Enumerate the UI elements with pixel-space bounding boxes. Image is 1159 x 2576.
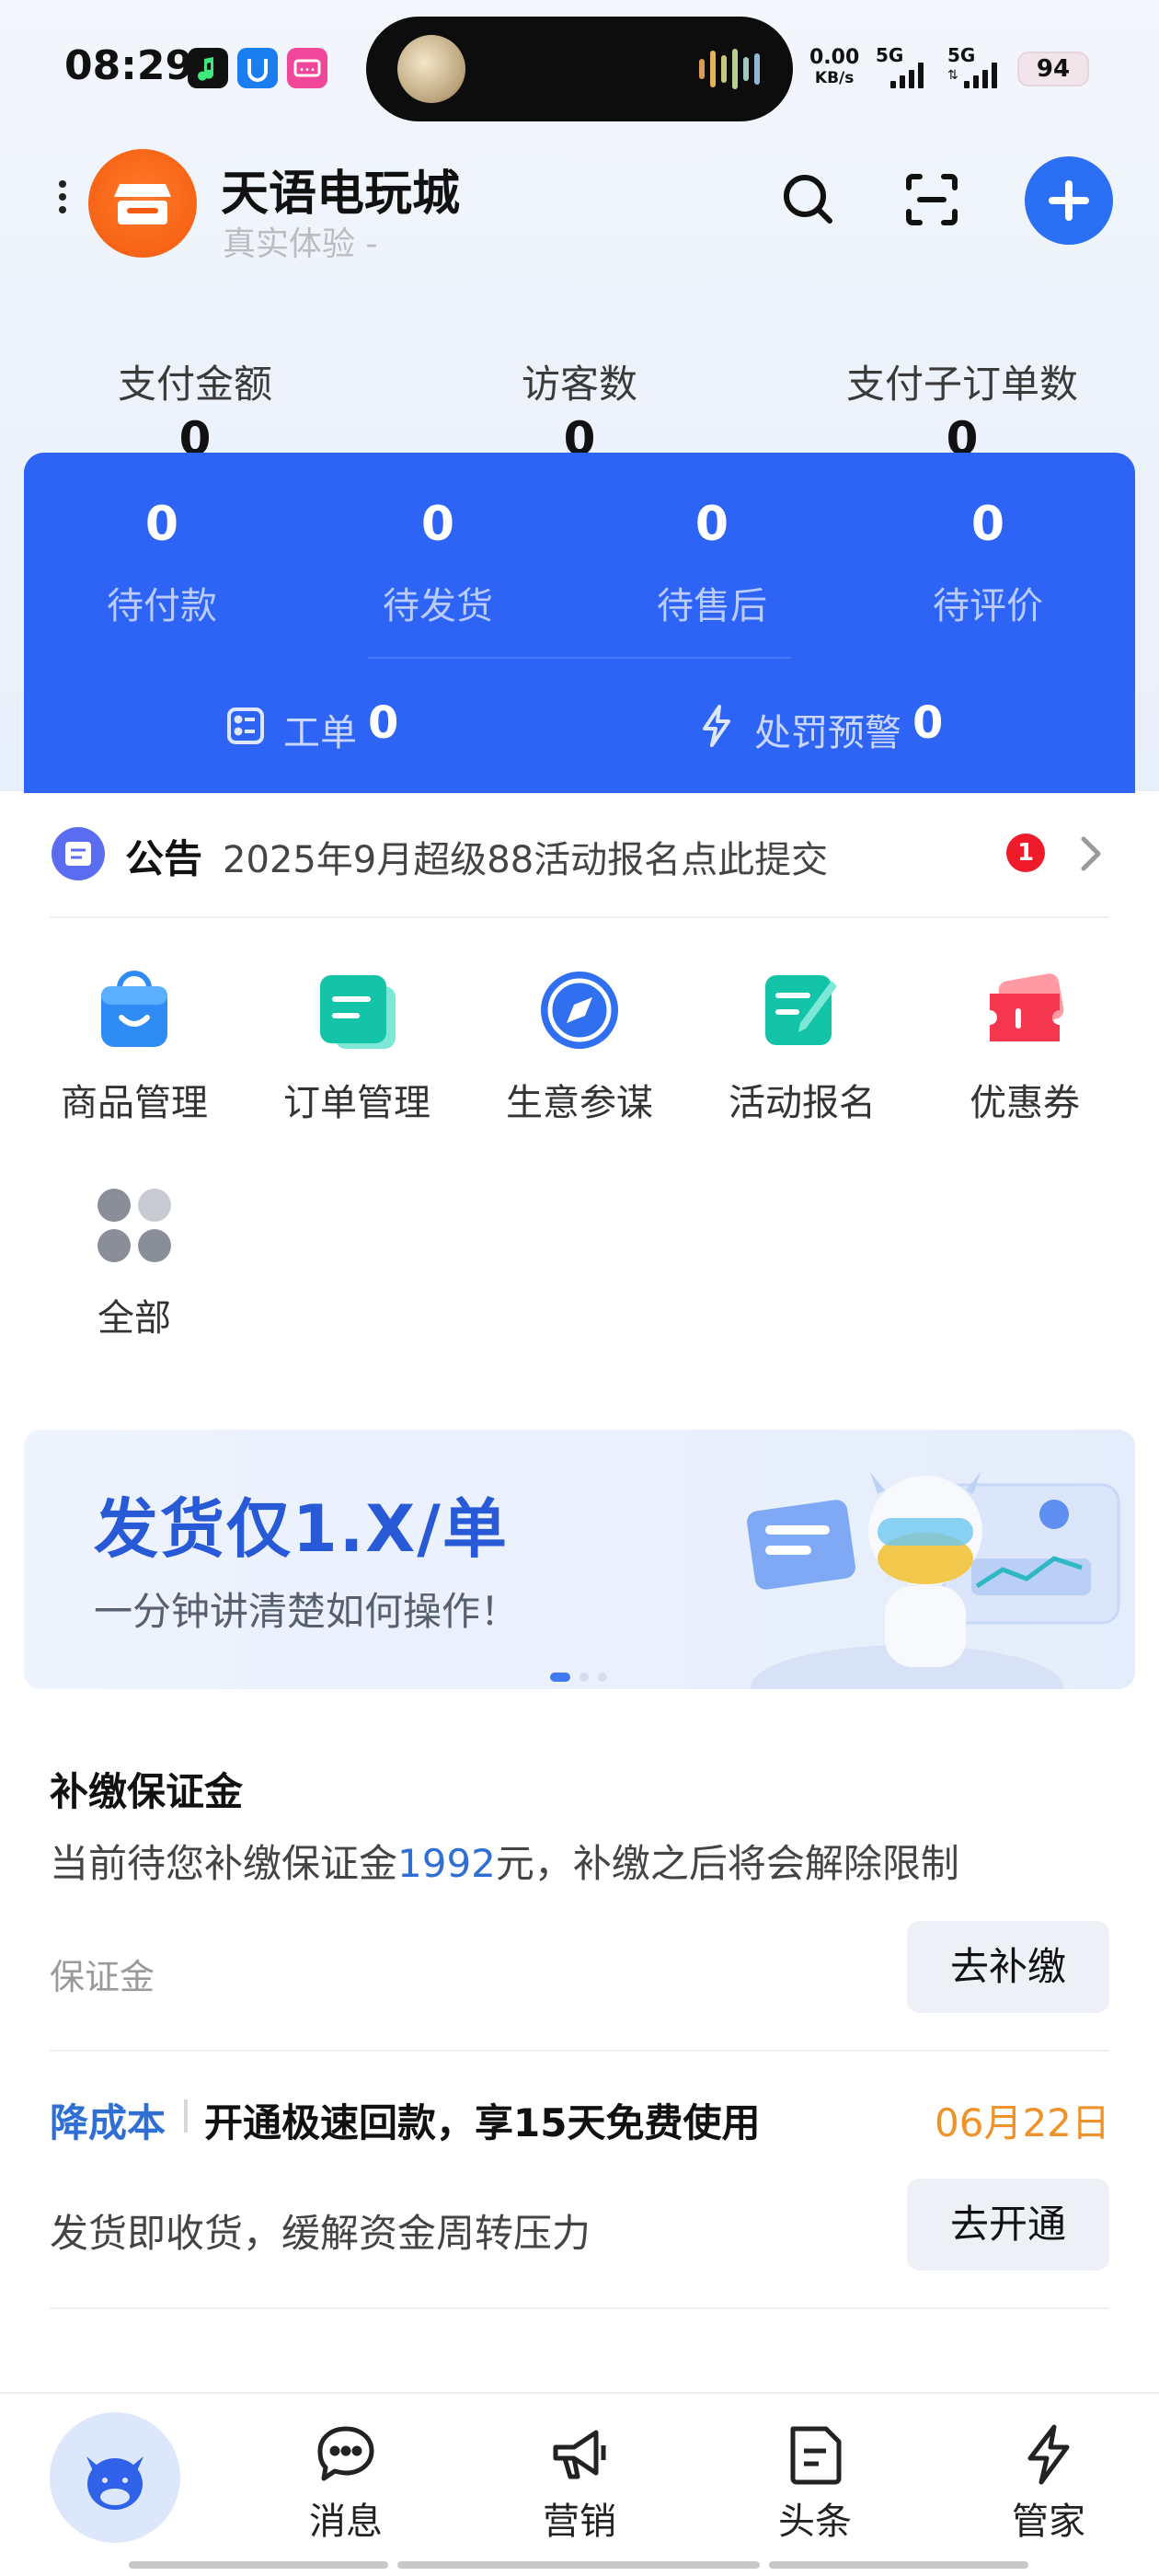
enable-fast-payback-button[interactable]: 去开通	[907, 2179, 1109, 2271]
stat-visitors-label: 访客数	[521, 362, 637, 407]
promo-tag: 降成本	[50, 2100, 166, 2145]
dynamic-island[interactable]	[366, 17, 793, 121]
announcement-icon	[52, 827, 105, 880]
nav-marketing[interactable]: 营销	[497, 2421, 662, 2545]
announcement-badge: 1	[1006, 834, 1045, 872]
message-icon	[313, 2421, 379, 2488]
battery-indicator: 94	[1017, 52, 1089, 86]
nav-assistant[interactable]: 管家	[966, 2421, 1131, 2545]
signal-5g-1: 5G	[876, 44, 931, 90]
deposit-title: 补缴保证金	[50, 1769, 244, 1814]
news-icon	[782, 2421, 848, 2488]
deposit-amount: 1992	[397, 1841, 496, 1886]
nav-home-button[interactable]	[50, 2412, 180, 2543]
work-order-count[interactable]: 0	[368, 697, 398, 749]
pending-aftersale-count[interactable]: 0	[602, 497, 822, 552]
promo-title: 开通极速回款，享15天免费使用	[204, 2100, 761, 2145]
tool-product-management[interactable]: 商品管理	[33, 968, 235, 1126]
scan-icon[interactable]	[901, 169, 962, 230]
signal-5g-2: 5G ⇅	[946, 44, 1004, 90]
work-order-icon	[224, 705, 267, 747]
carousel-dot-active[interactable]	[550, 1673, 570, 1682]
tool-order-management[interactable]: 订单管理	[256, 968, 458, 1126]
pay-deposit-button[interactable]: 去补缴	[907, 1921, 1109, 2013]
svg-text:•••: •••	[299, 65, 316, 75]
nav-messages[interactable]: 消息	[263, 2421, 429, 2545]
penalty-warning-count[interactable]: 0	[912, 697, 943, 749]
pending-shipment-label[interactable]: 待发货	[327, 576, 548, 629]
audio-wave-icon	[699, 59, 705, 79]
announcement-title: 公告	[125, 836, 203, 881]
gesture-bar[interactable]	[769, 2561, 1028, 2569]
shop-subtitle: 真实体验 -	[223, 225, 378, 263]
divider	[50, 2307, 1109, 2309]
shop-name: 天语电玩城	[221, 167, 461, 222]
status-time: 08:29	[64, 42, 194, 89]
signup-icon	[760, 968, 844, 1052]
add-button[interactable]	[1025, 156, 1113, 245]
banner-subtitle: 一分钟讲清楚如何操作！	[94, 1589, 520, 1634]
pending-payment-count[interactable]: 0	[52, 497, 272, 552]
nav-headlines[interactable]: 头条	[732, 2421, 898, 2545]
tool-business-advisor[interactable]: 生意参谋	[478, 968, 681, 1126]
pending-payment-label[interactable]: 待付款	[52, 576, 272, 629]
deposit-description: 当前待您补缴保证金1992元，补缴之后将会解除限制	[50, 1841, 959, 1886]
pending-shipment-count[interactable]: 0	[327, 497, 548, 552]
gesture-bar[interactable]	[397, 2561, 760, 2569]
order-icon	[315, 968, 399, 1052]
divider	[50, 2050, 1109, 2052]
carousel-dot[interactable]	[598, 1673, 607, 1682]
announcement-text[interactable]: 2025年9月超级88活动报名点此提交	[223, 830, 828, 883]
video-app-icon: •••	[287, 48, 327, 88]
carousel-dot[interactable]	[580, 1673, 589, 1682]
promo-separator	[184, 2099, 188, 2133]
lightning-icon	[1016, 2421, 1082, 2488]
shop-logo[interactable]	[88, 149, 197, 258]
stat-sub-orders-label: 支付子订单数	[845, 362, 1078, 407]
pending-review-label[interactable]: 待评价	[878, 576, 1098, 629]
penalty-warning-label[interactable]: 处罚预警	[754, 703, 901, 756]
search-icon[interactable]	[778, 169, 839, 230]
card-divider	[368, 657, 791, 659]
shopping-bag-icon	[92, 968, 177, 1052]
stat-pay-amount-label: 支付金额	[117, 362, 272, 407]
music-app-icon	[188, 48, 228, 88]
divider	[50, 916, 1109, 918]
media-thumbnail	[397, 35, 465, 103]
lightning-icon	[697, 703, 736, 749]
tool-coupons[interactable]: 优惠券	[924, 968, 1126, 1126]
chevron-right-icon[interactable]	[1073, 832, 1109, 876]
network-speed: 0.00 KB/s	[809, 46, 860, 88]
work-order-label[interactable]: 工单	[283, 703, 357, 756]
tool-all[interactable]: 全部	[33, 1183, 235, 1341]
pending-aftersale-label[interactable]: 待售后	[602, 576, 822, 629]
coupon-icon	[982, 968, 1067, 1052]
grid-icon	[92, 1183, 177, 1268]
promo-description: 发货即收货，缓解资金周转压力	[50, 2211, 591, 2256]
cow-mascot-icon	[86, 2456, 143, 2510]
gesture-bar[interactable]	[129, 2561, 388, 2569]
compass-icon	[537, 968, 622, 1052]
pending-review-count[interactable]: 0	[878, 497, 1098, 552]
megaphone-icon	[546, 2421, 613, 2488]
banner-title: 发货仅1.X/单	[94, 1491, 509, 1567]
promo-date: 06月22日	[935, 2100, 1110, 2145]
deposit-label: 保证金	[50, 1957, 155, 1997]
more-menu-icon[interactable]	[59, 175, 66, 219]
tool-event-signup[interactable]: 活动报名	[701, 968, 903, 1126]
shield-app-icon	[237, 48, 278, 88]
